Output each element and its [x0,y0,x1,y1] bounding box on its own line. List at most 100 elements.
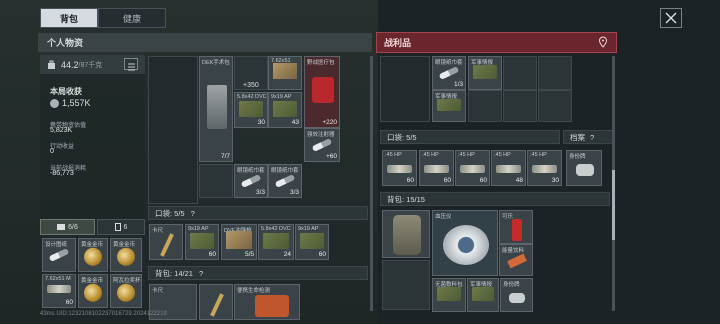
item-name: 7.62x51 M [45,276,71,282]
left-scrollbar[interactable] [370,56,373,311]
special-item[interactable]: 黄金金币 [110,238,142,272]
special-item[interactable]: 阿瓦拉奖杯 [110,274,142,308]
loot-item[interactable]: 眼镜纸巾套 1/3 [432,56,466,90]
tab-backpack[interactable]: 背包 [40,8,98,28]
item-name: 黄金金币 [81,242,104,248]
tab-health[interactable]: 健康 [98,8,166,28]
ammo-icon [532,165,557,173]
wipes-icon [240,174,262,188]
grid-empty [503,56,537,90]
footer-status: 43ms UID:1232108102237016729.2024122219 [40,311,167,317]
dog-tag-icon [509,293,525,303]
special-item[interactable]: 设计图纸 [42,238,76,272]
container-tab-safe[interactable]: 6 [97,219,145,235]
item-count: 3/3 [255,189,265,196]
pocket-item[interactable]: DVE冲锋枪5/5 [221,224,257,260]
help-icon[interactable]: ? [199,269,203,278]
personal-supplies-header: 个人物资 [38,33,372,52]
left-backpack-label: 背包: 14/21 [155,268,193,278]
grid-item[interactable]: DEK手术包 7/7 [199,56,233,162]
injector-icon [311,138,333,152]
close-icon [665,12,677,24]
grid-item[interactable]: 强效注射器 +60 [304,128,340,162]
right-scrollbar-thumb[interactable] [612,170,615,240]
loot-pocket-item[interactable]: .45 HP 60 [419,150,454,186]
pocket-item[interactable]: 9x19 AP 60 [295,224,329,260]
item-name: 5.8x42 DVC [261,226,291,232]
item-name: 身份牌 [569,154,586,160]
help-icon[interactable]: ? [191,209,195,218]
pocket-item[interactable]: 5.8x42 DVC 24 [258,224,294,260]
item-count: 60 [208,251,216,258]
ammo-box-icon [263,233,289,249]
ammo-icon [47,285,71,293]
surgical-kit-icon [207,85,227,129]
dog-tag-icon [576,164,594,176]
item-count: +220 [322,119,337,126]
item-name: .45 HP [385,152,402,158]
pocket-item[interactable]: 9x19 AP 60 [185,224,219,260]
grid-empty [382,260,430,310]
loot-item[interactable]: 军事情报 [468,56,502,90]
item-count: 30 [257,119,265,126]
ammo-box-icon [190,233,214,249]
grid-item[interactable]: 5.8x42 DVC 30 [234,92,268,128]
case-icon [57,224,66,230]
grid-item[interactable]: 7.62x51 [268,56,302,90]
loot-backpack-item[interactable]: 血压仪 [432,210,498,276]
loot-backpack-item[interactable]: 军事情报 [467,278,499,312]
wipes-icon [274,174,296,188]
right-pocket-label: 口袋: 5/5 [387,132,417,142]
item-count: 24 [283,251,291,258]
close-button[interactable] [660,8,682,28]
archive-item[interactable]: 身份牌 [566,150,602,186]
location-pin-icon[interactable] [597,36,609,48]
grid-empty [503,90,537,122]
item-name: DEK手术包 [202,60,230,66]
item-name: 便携生命检测 [237,288,271,294]
grid-item[interactable]: 9x19 AP 43 [268,92,302,128]
item-name: 能量饮料 [502,248,525,254]
grid-item[interactable]: 眼镜纸巾套 3/3 [268,164,302,198]
special-item[interactable]: 7.62x51 M 60 [42,274,76,308]
left-pocket-label: 口袋: 5/5 [155,208,185,218]
item-name: 眼镜纸巾套 [271,168,299,174]
caliper-icon [160,233,174,257]
loot-pocket-item[interactable]: .45 HP 30 [527,150,562,186]
special-item[interactable]: 黄金金币 [78,274,108,308]
ammo-icon [387,165,412,173]
container-tab-case-label: 6/6 [68,223,78,231]
right-pocket-header: 口袋: 5/5 [380,130,560,144]
loot-pocket-item[interactable]: .45 HP 60 [382,150,417,186]
loot-pocket-item[interactable]: .45 HP 60 [455,150,490,186]
list-menu-button[interactable] [124,58,138,71]
item-name: 强效注射器 [307,132,335,138]
loot-pocket-item[interactable]: .45 HP 48 [491,150,526,186]
action-value: 0 [50,148,54,155]
loot-item[interactable]: 军事情报 [432,90,466,122]
grid-item[interactable]: 眼镜纸巾套 3/3 [234,164,268,198]
energy-drink-icon [507,253,527,269]
container-tab-case[interactable]: 6/6 [40,219,95,235]
grid-empty [380,56,430,122]
loot-backpack-item[interactable]: 能量饮料 [499,244,533,276]
item-name: 9x19 AP [271,94,292,100]
ammo-icon [460,165,485,173]
grid-item[interactable]: 野战医疗包 +220 [304,56,340,128]
grid-empty [468,90,502,122]
item-name: 野战医疗包 [307,60,335,66]
loot-backpack-item[interactable] [382,210,430,258]
help-icon[interactable]: ? [590,133,594,142]
item-name: 黄金金币 [113,242,136,248]
ammo-box-icon [300,233,324,249]
gold-coin-icon [117,247,135,266]
item-name: .45 HP [422,152,439,158]
medkit-icon [312,77,334,103]
loot-backpack-item[interactable]: 身份牌 [500,278,533,312]
special-item[interactable]: 黄金金币 [78,238,108,272]
loot-backpack-item[interactable]: 无菌敷料包 [432,278,466,312]
loot-backpack-item[interactable]: 可乐 [499,210,533,244]
item-name: 9x19 AP [188,226,209,232]
pocket-item[interactable]: 卡尺 [149,224,183,260]
archive-label: 档案 [570,132,585,142]
